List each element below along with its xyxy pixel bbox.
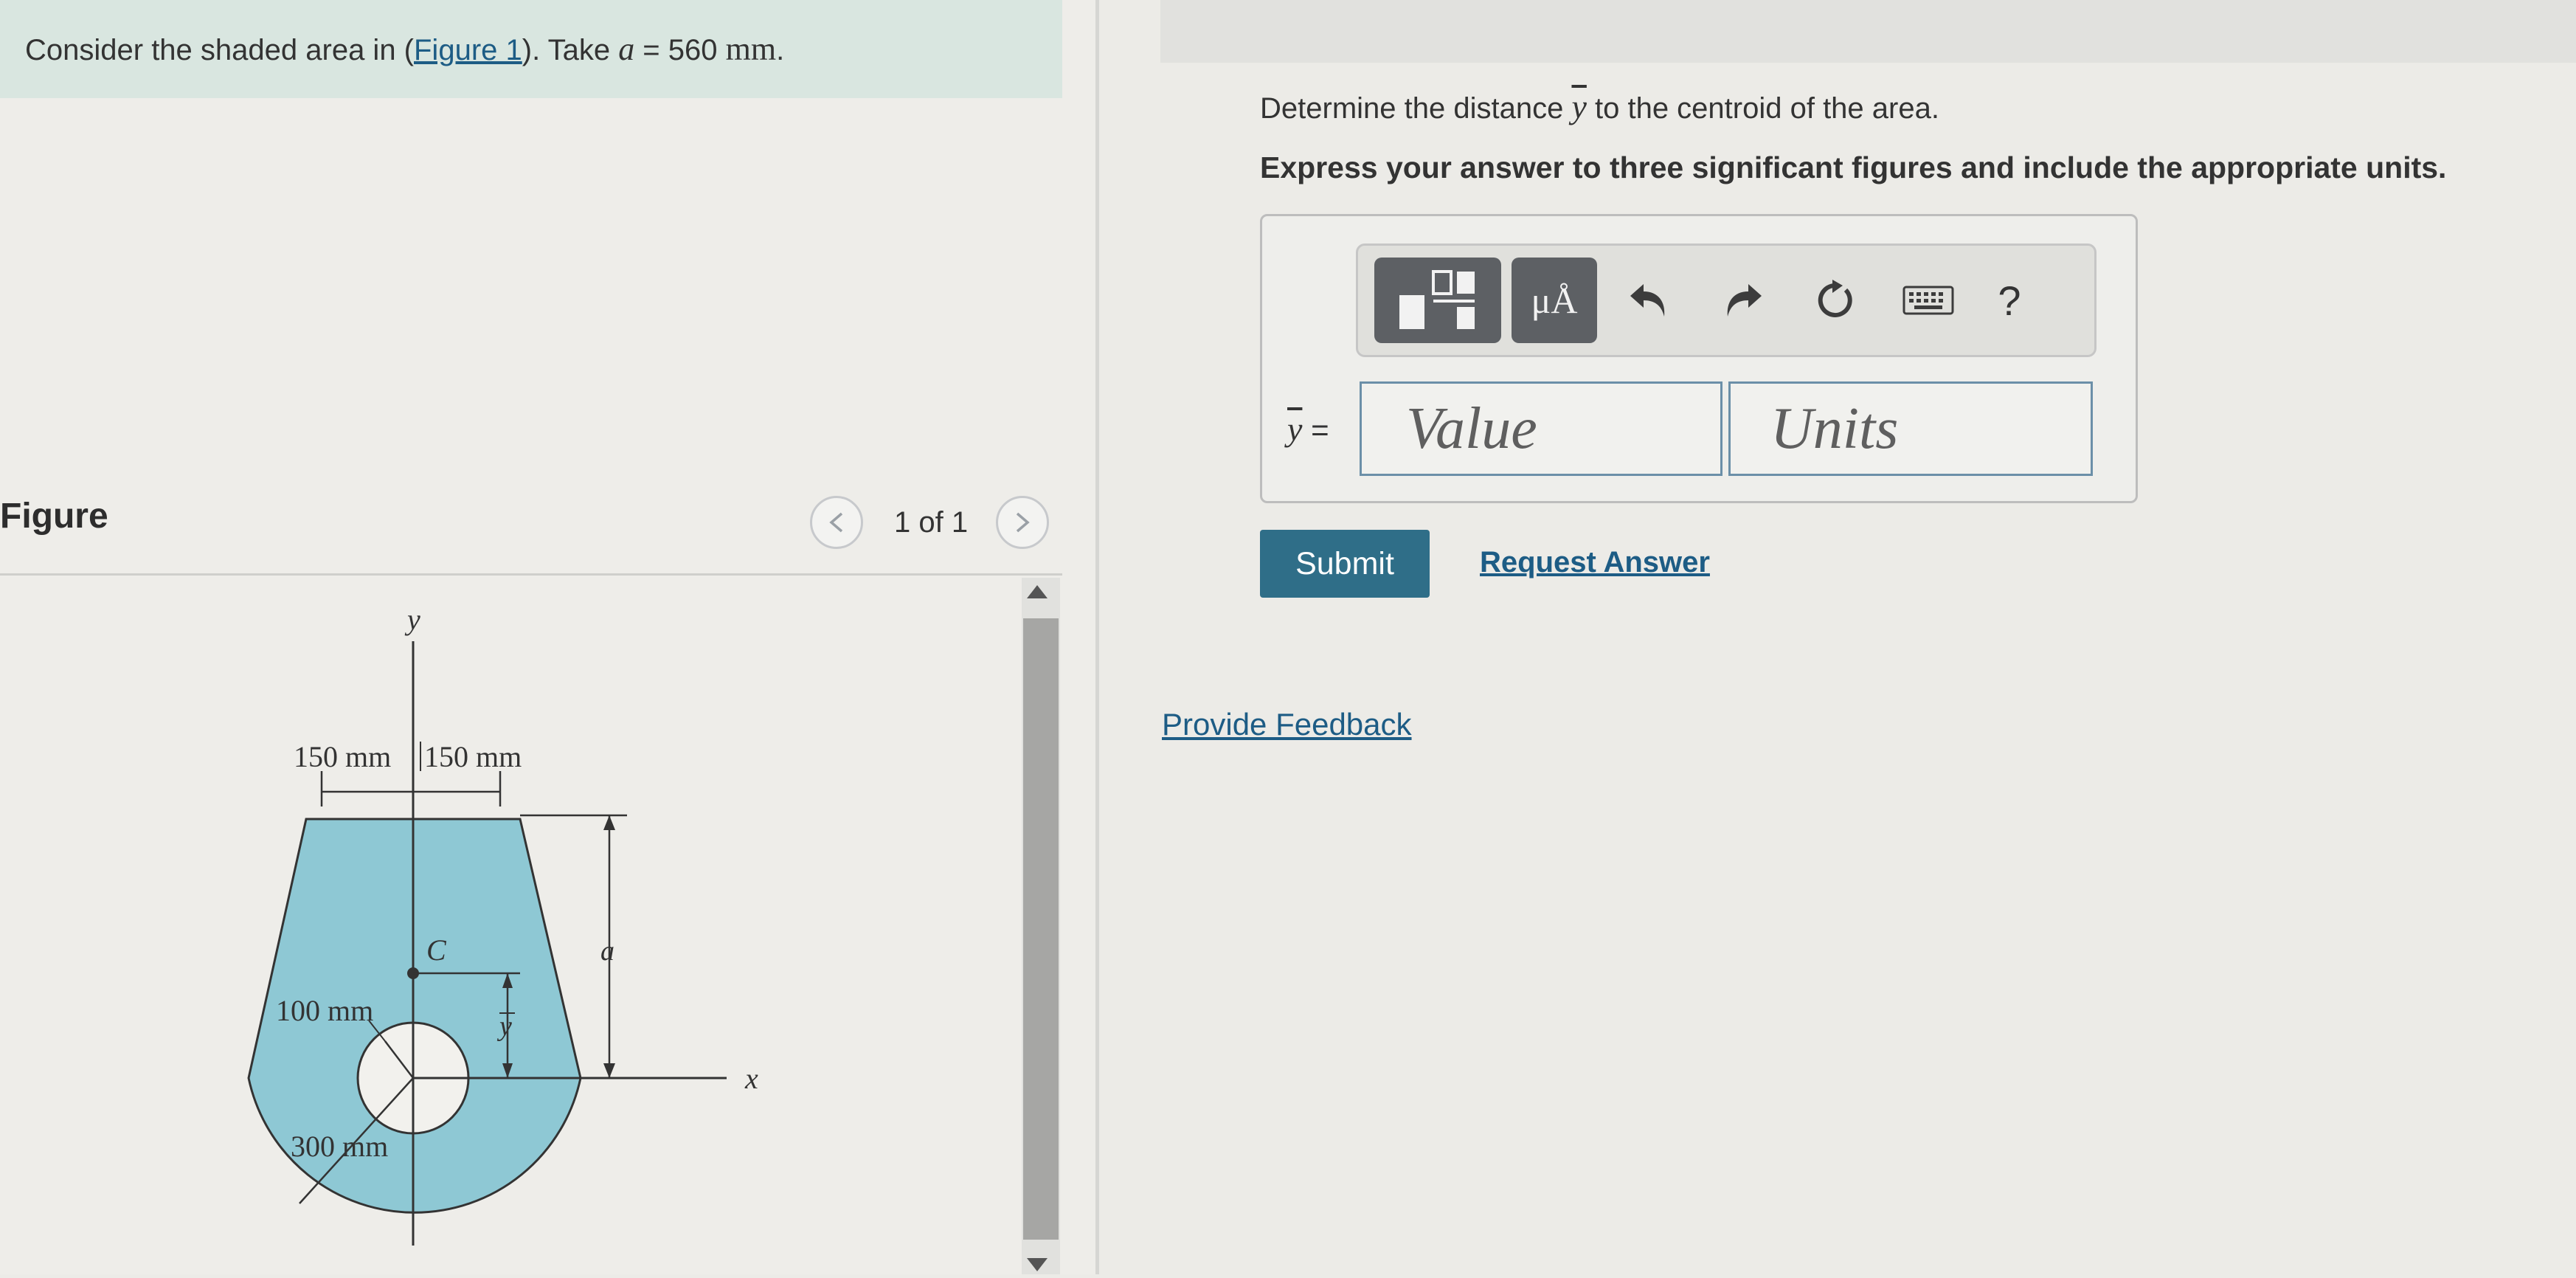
redo-icon	[1727, 284, 1762, 317]
scroll-up-arrow-icon[interactable]	[1027, 585, 1048, 598]
fraction-template-icon	[1399, 270, 1475, 329]
undo-button[interactable]	[1609, 258, 1690, 343]
prompt-text: Consider the shaded area in (Figure 1). …	[25, 30, 784, 68]
figure-diagram: y x 150 mm 150 mm a C y 100 mm 300 mm	[247, 603, 758, 1246]
prompt-text-part: ). Take	[522, 34, 619, 66]
label-100mm: 100 mm	[276, 994, 373, 1027]
variable-a: a	[618, 31, 635, 67]
prev-figure-button[interactable]	[810, 496, 863, 549]
label-300mm: 300 mm	[291, 1130, 388, 1163]
keyboard-icon	[1902, 286, 1954, 315]
label-y: y	[404, 603, 420, 636]
figure-scrollbar-thumb[interactable]	[1023, 618, 1059, 1240]
ybar-variable: y	[1571, 88, 1587, 125]
question-text: Determine the distance y to the centroid…	[1260, 87, 1939, 126]
figure-divider	[0, 573, 1062, 576]
value-input[interactable]: Value	[1360, 381, 1722, 476]
ybar-label: y =	[1287, 410, 1329, 449]
instruction-text: Express your answer to three significant…	[1260, 151, 2447, 184]
prompt-text-part: Consider the shaded area in (	[25, 34, 414, 66]
dim-a-arrow-top	[603, 815, 615, 830]
problem-prompt: Consider the shaded area in (Figure 1). …	[0, 0, 1062, 98]
reset-button[interactable]	[1795, 258, 1876, 343]
right-header-band	[1160, 0, 2576, 63]
equals-sign: =	[1302, 412, 1329, 447]
undo-icon	[1630, 284, 1665, 317]
prompt-unit: mm	[725, 31, 777, 67]
prompt-value: = 560	[634, 34, 726, 66]
request-answer-link[interactable]: Request Answer	[1480, 546, 1710, 579]
label-ybar: y	[496, 1011, 512, 1042]
scroll-down-arrow-icon[interactable]	[1027, 1258, 1048, 1271]
math-toolbar: μÅ ?	[1356, 243, 2097, 357]
panel-divider	[1095, 0, 1099, 1274]
question-text-part: Determine the distance	[1260, 92, 1572, 125]
pager-text: 1 of 1	[894, 505, 969, 539]
ybar-symbol: y	[1287, 410, 1303, 448]
prompt-period: .	[776, 34, 785, 66]
chevron-left-icon	[829, 512, 843, 533]
units-button-label: μÅ	[1531, 280, 1578, 321]
help-button[interactable]: ?	[1976, 277, 2043, 325]
submit-button[interactable]: Submit	[1260, 530, 1430, 598]
next-figure-button[interactable]	[996, 496, 1050, 549]
units-input[interactable]: Units	[1728, 381, 2093, 476]
units-placeholder: Units	[1770, 396, 1899, 461]
chevron-right-icon	[1016, 512, 1030, 533]
label-x: x	[744, 1062, 758, 1095]
redo-button[interactable]	[1702, 258, 1783, 343]
dim-right-label: 150 mm	[424, 740, 522, 773]
reset-icon	[1818, 280, 1852, 317]
label-a: a	[600, 936, 614, 967]
figure-heading: Figure	[0, 497, 108, 536]
units-button[interactable]: μÅ	[1512, 258, 1597, 343]
figure-pager: 1 of 1	[810, 496, 1050, 549]
keyboard-button[interactable]	[1888, 258, 1969, 343]
label-c: C	[426, 933, 447, 967]
dim-left-label: 150 mm	[294, 740, 391, 773]
value-placeholder: Value	[1406, 396, 1537, 461]
template-button[interactable]	[1374, 258, 1501, 343]
question-text-part: to the centroid of the area.	[1586, 92, 1939, 125]
dim-a-arrow-bottom	[603, 1063, 615, 1078]
provide-feedback-link[interactable]: Provide Feedback	[1162, 707, 1412, 742]
figure-link[interactable]: Figure 1	[414, 34, 522, 66]
figure-area: y x 150 mm 150 mm a C y 100 mm 300 mm	[0, 578, 1018, 1274]
